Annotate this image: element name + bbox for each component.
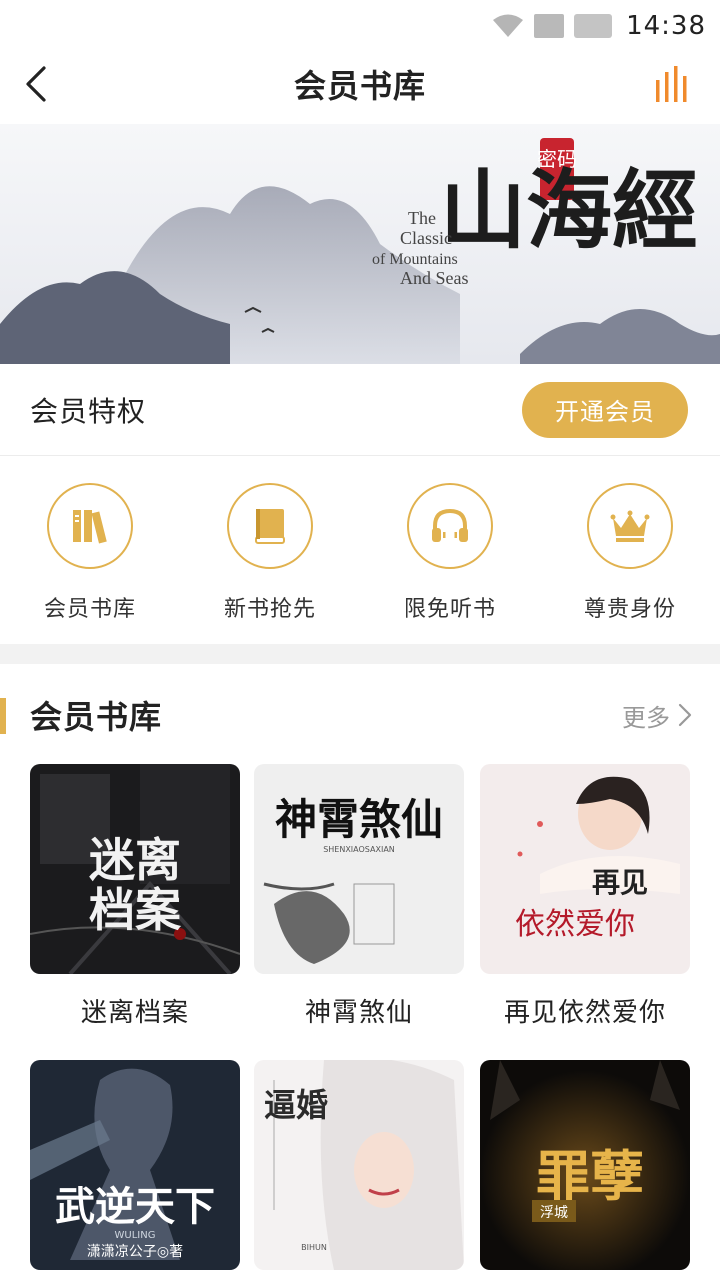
- book-title: 再见依然爱你: [503, 998, 666, 1028]
- book-cover: 武逆天下 WULING 潇潇凉公子◎著: [30, 1060, 240, 1270]
- wifi-icon: [493, 14, 524, 37]
- feature-new-books[interactable]: 新书抢先: [180, 458, 360, 644]
- cover-subtitle: WULING: [115, 1230, 156, 1241]
- section-header: 会员书库 更多: [0, 686, 720, 744]
- cover-title: 迷离: [89, 833, 181, 887]
- more-link[interactable]: 更多: [622, 698, 692, 733]
- feature-list: 会员书库 新书抢先 限免听书 尊贵身份: [0, 458, 720, 644]
- book-card[interactable]: 再见 依然爱你 再见依然爱你: [480, 764, 690, 1029]
- cover-title: 再见: [592, 866, 648, 899]
- book-card[interactable]: 逼婚 BIHUN: [254, 1060, 464, 1270]
- book-card[interactable]: 神霄煞仙 SHENXIAOSAXIAN 神霄煞仙: [254, 764, 464, 1029]
- feature-member-library[interactable]: 会员书库: [0, 458, 180, 644]
- feature-label: 新书抢先: [223, 597, 316, 622]
- section-divider: [0, 644, 720, 664]
- cover-title-2: 依然爱你: [515, 907, 635, 942]
- headphones-icon: [432, 508, 468, 542]
- cover-title: 武逆天下: [55, 1183, 215, 1230]
- nav-bar: 会员书库: [0, 52, 720, 116]
- book-title: 迷离档案: [80, 998, 189, 1028]
- feature-label: 限免听书: [403, 597, 496, 622]
- cover-subtitle: BIHUN: [301, 1243, 327, 1252]
- status-time: 14:38: [626, 11, 706, 41]
- section-title: 会员书库: [30, 698, 163, 736]
- bar-chart-icon[interactable]: [654, 64, 692, 104]
- more-label: 更多: [622, 703, 670, 732]
- cover-title: 罪孽: [536, 1144, 644, 1208]
- signal-icon: [534, 14, 565, 38]
- privilege-row: 会员特权 开通会员: [0, 364, 720, 456]
- book-icon: [255, 509, 285, 544]
- book-card[interactable]: 迷离 档案 迷离档案: [30, 764, 240, 1029]
- book-cover: 再见 依然爱你: [480, 764, 690, 974]
- cover-badge: 浮城: [540, 1205, 568, 1221]
- section-accent-bar: [0, 698, 6, 734]
- promo-banner[interactable]: 密码 山海經 The Classic of Mountains And Seas: [0, 124, 720, 364]
- chevron-right-icon: [678, 703, 692, 727]
- book-cover: 逼婚 BIHUN: [254, 1060, 464, 1270]
- open-membership-button[interactable]: 开通会员: [522, 381, 688, 438]
- banner-en-1: The: [408, 208, 436, 228]
- books-icon: [73, 510, 107, 544]
- status-bar: 14:38: [0, 0, 720, 52]
- banner-en-4: And Seas: [400, 268, 469, 288]
- crown-icon: [610, 510, 650, 542]
- cover-title: 逼婚: [264, 1086, 328, 1124]
- cover-subtitle: SHENXIAOSAXIAN: [323, 845, 395, 854]
- cover-title-2: 档案: [89, 883, 182, 937]
- cover-author: 潇潇凉公子◎著: [87, 1244, 183, 1260]
- book-title: 神霄煞仙: [304, 998, 413, 1028]
- back-button[interactable]: [16, 62, 56, 106]
- banner-en-3: of Mountains: [372, 251, 458, 268]
- banner-title: 山海經: [440, 160, 698, 261]
- chevron-left-icon: [26, 66, 46, 102]
- battery-icon: [574, 14, 613, 38]
- book-card[interactable]: 武逆天下 WULING 潇潇凉公子◎著: [30, 1060, 240, 1270]
- book-cover: 神霄煞仙 SHENXIAOSAXIAN: [254, 764, 464, 974]
- book-cover: 迷离 档案: [30, 764, 240, 974]
- cover-title: 神霄煞仙: [275, 795, 443, 844]
- feature-vip-identity[interactable]: 尊贵身份: [540, 458, 720, 644]
- privilege-label: 会员特权: [30, 394, 147, 428]
- banner-en-2: Classic: [400, 228, 452, 248]
- book-card[interactable]: 罪孽 浮城: [480, 1060, 690, 1270]
- page-title: 会员书库: [293, 67, 426, 105]
- feature-free-audio[interactable]: 限免听书: [360, 458, 540, 644]
- book-cover: 罪孽 浮城: [480, 1060, 690, 1270]
- feature-label: 尊贵身份: [583, 597, 676, 622]
- feature-label: 会员书库: [43, 597, 136, 622]
